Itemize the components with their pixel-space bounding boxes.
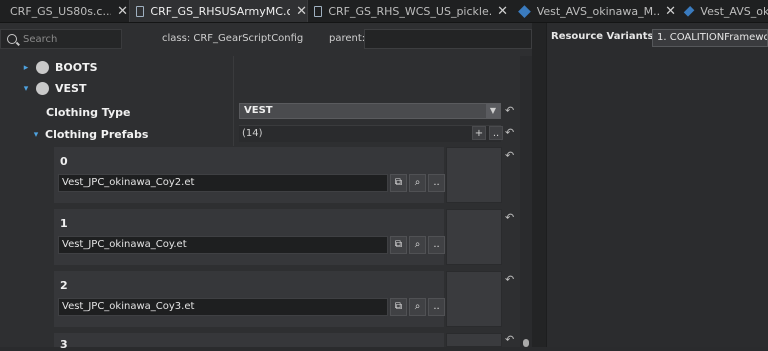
close-icon[interactable]: ✕	[296, 4, 307, 19]
scrollbar[interactable]	[520, 56, 532, 347]
more-button[interactable]: ..	[489, 126, 503, 140]
toggle-circle-icon[interactable]	[36, 61, 49, 74]
browse-button[interactable]: ..	[428, 298, 445, 316]
prefab-path: Vest_JPC_okinawa_Coy3.et	[62, 301, 195, 312]
tab-crf-gs-rhs-wcs-us-pickle[interactable]: CRF_GS_RHS_WCS_US_pickle.c... ✕	[308, 0, 508, 22]
prefab-path-field[interactable]: Vest_JPC_okinawa_Coy2.et	[58, 174, 388, 192]
prefab-thumbnail	[446, 271, 502, 327]
add-item-button[interactable]: +	[472, 126, 486, 140]
dropdown-arrow-icon[interactable]: ▼	[486, 104, 500, 118]
resource-variant-value: 1. COALITIONFramework	[657, 32, 768, 43]
search-icon[interactable]: ⌕	[409, 174, 426, 192]
tab-label: Vest_AVS_okinawa_M...	[536, 4, 660, 18]
open-external-icon[interactable]: ⧉	[390, 298, 407, 316]
reset-icon[interactable]: ↶	[505, 104, 514, 117]
chevron-right-icon[interactable]: ▸	[20, 63, 32, 73]
prefab-icon	[683, 5, 695, 17]
prefab-entry: 0 Vest_JPC_okinawa_Coy2.et ⧉ ⌕ ..	[54, 147, 445, 203]
reset-icon[interactable]: ↶	[505, 149, 514, 162]
tab-label: CRF_GS_US80s.c...	[10, 4, 112, 18]
prefab-path: Vest_JPC_okinawa_Coy2.et	[62, 177, 195, 188]
search-icon[interactable]: ⌕	[409, 298, 426, 316]
prefab-entry: 1 Vest_JPC_okinawa_Coy.et ⧉ ⌕ ..	[54, 209, 445, 265]
scrollbar-thumb[interactable]	[523, 339, 529, 347]
tab-label: CRF_GS_RHSUSArmyMC.c...	[150, 4, 291, 18]
tree-item-vest[interactable]: ▾ VEST	[20, 82, 86, 95]
reset-icon[interactable]: ↶	[505, 333, 514, 346]
prefab-path-field[interactable]: Vest_JPC_okinawa_Coy.et	[58, 236, 388, 254]
count-value: (14)	[242, 128, 263, 139]
file-icon	[136, 5, 145, 17]
parent-field[interactable]	[364, 29, 532, 49]
open-external-icon[interactable]: ⧉	[390, 174, 407, 192]
class-label: class: CRF_GearScriptConfig	[162, 33, 304, 44]
search-field[interactable]	[0, 29, 122, 49]
entry-index: 2	[60, 279, 68, 292]
reset-icon[interactable]: ↶	[505, 211, 514, 224]
prefab-entry: 3	[54, 333, 444, 351]
tab-label: Vest_AVS_okinaw	[700, 4, 768, 18]
prefab-thumbnail	[446, 209, 502, 265]
tab-bar: CRF_GS_US80s.c... ✕ CRF_GS_RHSUSArmyMC.c…	[0, 0, 768, 23]
search-icon	[7, 34, 17, 44]
prefab-thumbnail	[446, 333, 502, 347]
prefab-path-field[interactable]: Vest_JPC_okinawa_Coy3.et	[58, 298, 388, 316]
prefab-thumbnail	[446, 147, 502, 203]
prefab-entry: 2 Vest_JPC_okinawa_Coy3.et ⧉ ⌕ ..	[54, 271, 445, 327]
file-icon	[314, 5, 323, 17]
tab-label: CRF_GS_RHS_WCS_US_pickle.c...	[328, 4, 492, 18]
close-icon[interactable]: ✕	[497, 4, 508, 19]
close-icon[interactable]: ✕	[117, 4, 128, 19]
panel-splitter[interactable]	[532, 23, 546, 347]
prefabs-count: (14)	[239, 125, 501, 142]
tab-vest-avs-okinaw[interactable]: Vest_AVS_okinaw	[678, 0, 768, 22]
clothing-type-label: Clothing Type	[46, 106, 131, 119]
browse-button[interactable]: ..	[428, 174, 445, 192]
prefab-path: Vest_JPC_okinawa_Coy.et	[62, 239, 187, 250]
reset-icon[interactable]: ↶	[505, 273, 514, 286]
resource-variants-panel	[546, 23, 768, 347]
tab-vest-avs-okinawa-m[interactable]: Vest_AVS_okinawa_M... ✕	[512, 0, 676, 22]
column-divider	[233, 56, 234, 146]
open-external-icon[interactable]: ⧉	[390, 236, 407, 254]
tree-item-boots[interactable]: ▸ BOOTS	[20, 61, 98, 74]
clothing-type-select[interactable]: VEST ▼	[239, 103, 501, 119]
browse-button[interactable]: ..	[428, 236, 445, 254]
close-icon[interactable]: ✕	[665, 4, 676, 19]
tree-item-label: VEST	[55, 82, 87, 95]
chevron-down-icon[interactable]: ▾	[30, 130, 42, 140]
chevron-down-icon[interactable]: ▾	[20, 84, 32, 94]
tree-item-label: Clothing Prefabs	[45, 128, 149, 141]
tab-crf-gs-rhsusarmymc[interactable]: CRF_GS_RHSUSArmyMC.c... ✕	[129, 0, 308, 22]
resource-variants-select[interactable]: 1. COALITIONFramework	[652, 29, 768, 47]
toggle-circle-icon[interactable]	[36, 82, 49, 95]
reset-icon[interactable]: ↶	[505, 126, 514, 139]
tree-item-label: BOOTS	[55, 61, 98, 74]
search-input[interactable]	[23, 31, 118, 47]
selected-value: VEST	[244, 105, 273, 116]
tree-item-clothing-prefabs[interactable]: ▾ Clothing Prefabs	[30, 128, 149, 141]
tab-crf-gs-us80s[interactable]: CRF_GS_US80s.c... ✕	[0, 0, 128, 22]
search-icon[interactable]: ⌕	[409, 236, 426, 254]
prefab-icon	[518, 4, 531, 18]
entry-index: 3	[60, 338, 68, 351]
entry-index: 0	[60, 155, 68, 168]
entry-index: 1	[60, 217, 68, 230]
parent-label: parent:	[329, 33, 366, 44]
